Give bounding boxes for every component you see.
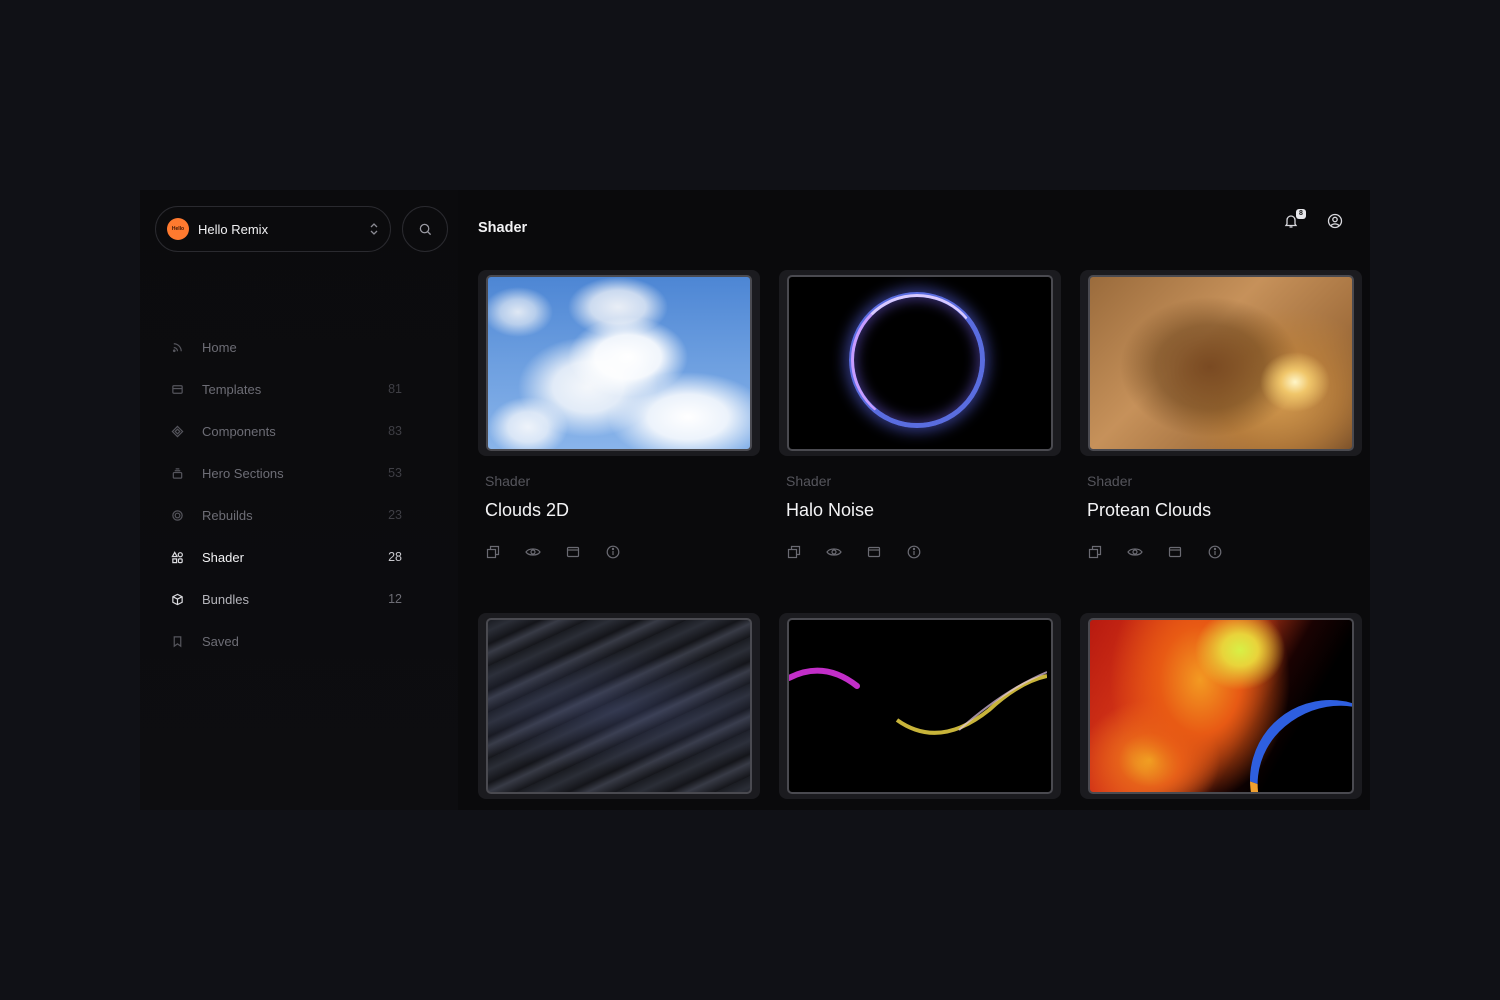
bookmark-icon (168, 632, 186, 650)
eye-icon[interactable] (826, 544, 842, 560)
copy-icon[interactable] (1087, 544, 1103, 560)
sidebar-item-count: 81 (388, 382, 402, 396)
browser-icon[interactable] (866, 544, 882, 560)
eye-icon[interactable] (1127, 544, 1143, 560)
sidebar-nav: Home Templates 81 Components 83 Hero Sec… (162, 326, 402, 662)
ribbon-lines (789, 667, 1047, 735)
card-thumbnail[interactable] (1080, 613, 1362, 799)
app-window: Hello Hello Remix Home Templates 81 Comp (140, 190, 1370, 810)
silk-preview-image (486, 618, 752, 794)
shader-card (779, 613, 1061, 799)
browser-icon[interactable] (565, 544, 581, 560)
overlay-block (1320, 480, 1370, 570)
sidebar-item-count: 53 (388, 466, 402, 480)
box-icon (168, 590, 186, 608)
sidebar-item-home[interactable]: Home (162, 326, 402, 368)
stack-icon (168, 464, 186, 482)
shader-card: Shader Clouds 2D (478, 270, 760, 560)
sidebar-item-label: Bundles (202, 591, 249, 607)
card-actions (786, 544, 1061, 560)
search-icon (419, 223, 431, 235)
info-icon[interactable] (605, 544, 621, 560)
circle-icon (168, 506, 186, 524)
shader-card (478, 613, 760, 799)
card-title[interactable]: Clouds 2D (485, 500, 760, 521)
chevron-up-down-icon (370, 223, 378, 235)
card-title[interactable]: Halo Noise (786, 500, 1061, 521)
copy-icon[interactable] (786, 544, 802, 560)
sidebar-item-bundles[interactable]: Bundles 12 (162, 578, 402, 620)
shapes-icon (168, 548, 186, 566)
user-menu-button[interactable] (1327, 213, 1345, 231)
search-button[interactable] (402, 206, 448, 252)
sidebar: Hello Hello Remix Home Templates 81 Comp (140, 190, 458, 810)
copy-icon[interactable] (485, 544, 501, 560)
page-title: Shader (478, 220, 528, 236)
sidebar-item-count: 12 (388, 592, 402, 606)
workspace-name: Hello Remix (198, 221, 269, 237)
info-icon[interactable] (906, 544, 922, 560)
fire-sweep (1217, 667, 1352, 792)
sidebar-item-label: Hero Sections (202, 465, 284, 481)
workspace-switcher[interactable]: Hello Hello Remix (155, 206, 391, 252)
sidebar-item-rebuilds[interactable]: Rebuilds 23 (162, 494, 402, 536)
ribbon-preview-image (787, 618, 1053, 794)
info-icon[interactable] (1207, 544, 1223, 560)
user-icon (1327, 213, 1343, 229)
card-category: Shader (786, 473, 832, 489)
sidebar-item-label: Shader (202, 549, 244, 565)
card-thumbnail[interactable] (1080, 270, 1362, 456)
browser-icon[interactable] (1167, 544, 1183, 560)
sidebar-item-components[interactable]: Components 83 (162, 410, 402, 452)
card-thumbnail[interactable] (779, 270, 1061, 456)
sidebar-item-hero-sections[interactable]: Hero Sections 53 (162, 452, 402, 494)
sidebar-item-label: Components (202, 423, 276, 439)
card-thumbnail[interactable] (478, 613, 760, 799)
sidebar-item-count: 23 (388, 508, 402, 522)
fire-preview-image (1088, 618, 1354, 794)
clouds-preview-image (486, 275, 752, 451)
sidebar-item-templates[interactable]: Templates 81 (162, 368, 402, 410)
feed-icon (168, 338, 186, 356)
workspace-logo: Hello (167, 218, 189, 240)
template-icon (168, 380, 186, 398)
sidebar-item-count: 83 (388, 424, 402, 438)
notification-badge: 8 (1296, 209, 1306, 219)
sidebar-item-shader[interactable]: Shader 28 (162, 536, 402, 578)
card-category: Shader (485, 473, 531, 489)
halo-ring-highlight (851, 294, 983, 426)
sidebar-item-count: 28 (388, 550, 402, 564)
card-actions (485, 544, 760, 560)
card-thumbnail[interactable] (779, 613, 1061, 799)
sidebar-item-saved[interactable]: Saved (162, 620, 402, 662)
protean-clouds-preview-image (1088, 275, 1354, 451)
sidebar-item-label: Templates (202, 381, 262, 397)
shader-card (1080, 613, 1362, 799)
eye-icon[interactable] (525, 544, 541, 560)
shader-card: Shader Halo Noise (779, 270, 1061, 560)
card-thumbnail[interactable] (478, 270, 760, 456)
sidebar-item-label: Rebuilds (202, 507, 253, 523)
component-icon (168, 422, 186, 440)
sidebar-item-label: Home (202, 339, 237, 355)
halo-preview-image (787, 275, 1053, 451)
sidebar-item-label: Saved (202, 633, 239, 649)
